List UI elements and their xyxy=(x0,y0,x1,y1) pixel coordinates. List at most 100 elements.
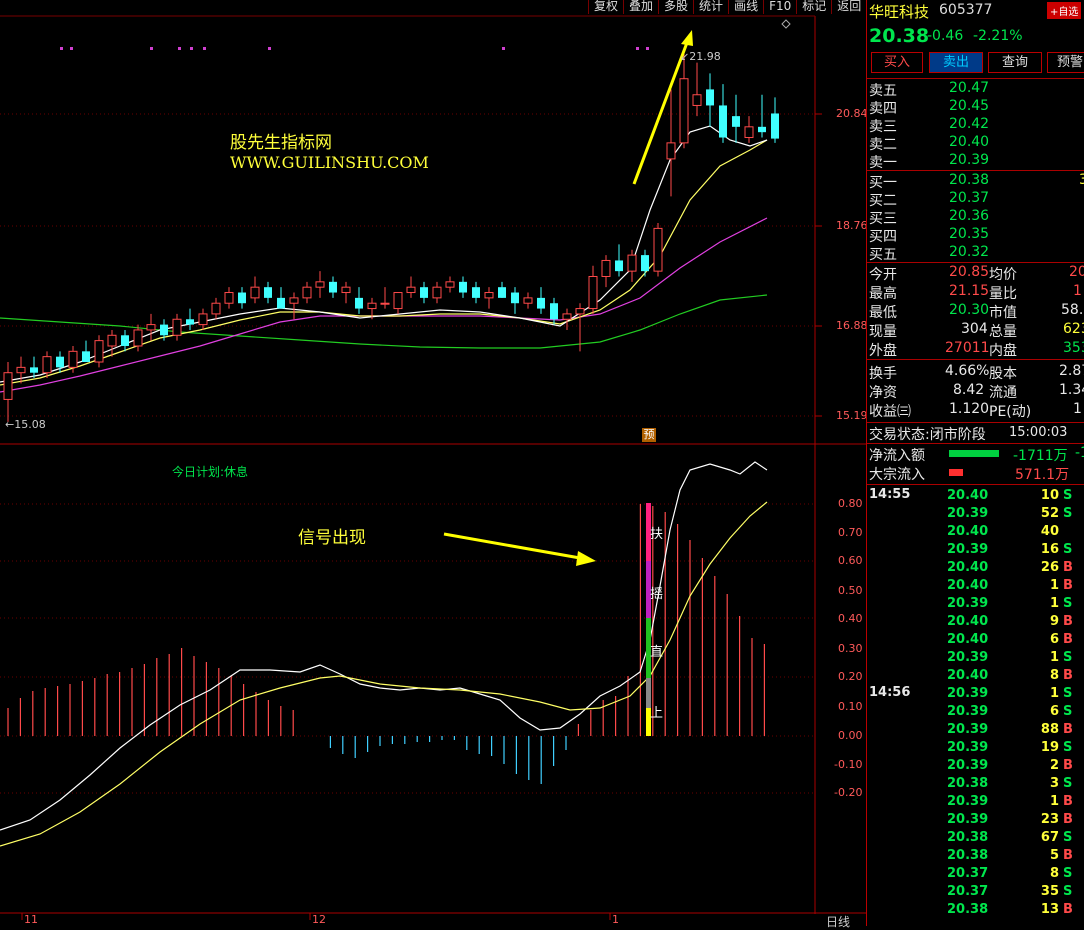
tick-volume: 9 xyxy=(1049,614,1059,629)
add-favorite-button[interactable]: +自选 xyxy=(1047,2,1082,19)
candle-body xyxy=(472,287,480,298)
query-button[interactable]: 查询 xyxy=(988,52,1042,73)
high-price-label: ↙21.98 xyxy=(680,50,721,63)
tick-volume: 1 xyxy=(1049,794,1059,809)
tick-volume: 8 xyxy=(1049,668,1059,683)
tick-price: 20.40 xyxy=(947,614,989,629)
toolbar-multi-button[interactable]: 多股 xyxy=(658,0,694,14)
tick-row: 20.38 5 B xyxy=(867,848,1084,866)
candle-body xyxy=(550,303,558,320)
candle-body xyxy=(679,78,689,144)
price-change-pct: -2.21% xyxy=(973,28,1023,44)
candle-body xyxy=(172,318,182,336)
toolbar-stats-button[interactable]: 统计 xyxy=(693,0,729,14)
toolbar-f10-button[interactable]: F10 xyxy=(763,0,797,14)
candle-body xyxy=(744,126,754,139)
candle-body xyxy=(42,356,52,374)
tick-volume: 1 xyxy=(1049,686,1059,701)
period-tab[interactable]: 日线 xyxy=(826,913,850,930)
tick-side: S xyxy=(1063,776,1073,791)
candle-body xyxy=(588,275,598,310)
candle-body xyxy=(641,255,649,272)
tick-volume: 67 xyxy=(1040,830,1059,845)
price-axis-label: 16.88 xyxy=(836,319,868,332)
candle-body xyxy=(341,286,351,294)
tick-side: S xyxy=(1063,488,1073,503)
candle-body xyxy=(302,286,312,299)
tick-volume: 8 xyxy=(1049,866,1059,881)
tick-list-1455: 14:55 20.40 10 S 20.39 52 S 20.40 40 20.39 16 S 20.… xyxy=(867,486,1084,686)
tick-side: B xyxy=(1063,560,1073,575)
candle-body xyxy=(484,292,494,299)
date-label: 1 xyxy=(612,913,619,926)
stock-header: 华旺科技 605377 +自选 xyxy=(869,0,1084,21)
tick-row: 20.39 23 B xyxy=(867,812,1084,830)
candle-body xyxy=(82,351,90,363)
tick-volume: 35 xyxy=(1040,884,1059,899)
tick-side: B xyxy=(1063,902,1073,917)
tick-side: S xyxy=(1063,884,1073,899)
candle-body xyxy=(250,286,260,299)
candle-body xyxy=(146,324,156,331)
chart-area[interactable] xyxy=(0,0,866,926)
tick-volume: 10 xyxy=(1040,488,1059,503)
tick-price: 20.39 xyxy=(947,758,989,773)
tick-price: 20.40 xyxy=(947,488,989,503)
candle-body xyxy=(562,313,572,320)
buy-button[interactable]: 买入 xyxy=(871,52,923,73)
tick-side: B xyxy=(1063,668,1073,683)
toolbar-fq-button[interactable]: 复权 xyxy=(588,0,624,14)
chart-toolbar: 复权 叠加 多股 统计 画线 F10 标记 返回 xyxy=(588,0,867,14)
candle-body xyxy=(537,297,545,309)
sub-axis-label: 0.60 xyxy=(838,554,863,567)
tick-row: 20.38 3 S xyxy=(867,776,1084,794)
tick-volume: 26 xyxy=(1040,560,1059,575)
tick-row: 20.40 6 B xyxy=(867,632,1084,650)
toolbar-overlay-button[interactable]: 叠加 xyxy=(623,0,659,14)
tick-row: 20.39 88 B xyxy=(867,722,1084,740)
signal-char: 摇 xyxy=(650,587,664,602)
block-bar xyxy=(949,469,963,476)
alert-button[interactable]: 预警 xyxy=(1047,52,1084,73)
candle-body xyxy=(575,308,585,315)
tick-volume: 6 xyxy=(1049,704,1059,719)
toolbar-draw-button[interactable]: 画线 xyxy=(728,0,764,14)
candle-body xyxy=(445,281,455,288)
tick-list-1456: 14:56 20.39 1 S 20.39 6 S 20.39 88 B 20.39 19 S 20.3… xyxy=(867,684,1084,924)
candle-body xyxy=(498,287,506,298)
tick-price: 20.40 xyxy=(947,668,989,683)
candle-body xyxy=(315,281,325,288)
toolbar-mark-button[interactable]: 标记 xyxy=(796,0,832,14)
tick-row: 20.39 16 S xyxy=(867,542,1084,560)
tick-price: 20.39 xyxy=(947,542,989,557)
tick-side: S xyxy=(1063,686,1073,701)
sell-orderbook: 卖五 20.47 卖四 20.45 卖三 20.42 卖二 20.40 卖一 20.39 xyxy=(869,80,990,171)
buy-orderbook: 买一 20.38 3 买二 20.37 买三 20.36 买四 20.35 买五 20.32 xyxy=(869,172,1084,263)
candle-body xyxy=(277,297,285,309)
tick-price: 20.40 xyxy=(947,524,989,539)
tick-price: 20.37 xyxy=(947,884,989,899)
candle-body xyxy=(186,319,194,325)
tick-price: 20.39 xyxy=(947,722,989,737)
tick-row: 20.40 26 B xyxy=(867,560,1084,578)
candle-body xyxy=(224,292,234,304)
tick-side: S xyxy=(1063,650,1073,665)
tick-price: 20.39 xyxy=(947,740,989,755)
tick-price: 20.39 xyxy=(947,704,989,719)
tick-volume: 1 xyxy=(1049,578,1059,593)
net-inflow-row: 净流入额 -1711万 -1 xyxy=(869,445,1084,464)
sub-axis-label: -0.10 xyxy=(834,758,863,771)
candle-body xyxy=(264,287,272,298)
toolbar-back-button[interactable]: 返回 xyxy=(831,0,867,14)
price-axis-label: 20.84 xyxy=(836,107,868,120)
watermark-url: WWW.GUILINSHU.COM xyxy=(230,153,429,172)
block-inflow-row: 大宗流入 571.1万 xyxy=(869,467,1070,483)
tick-row: 20.39 2 B xyxy=(867,758,1084,776)
sell-button[interactable]: 卖出 xyxy=(929,52,983,73)
tick-row: 20.38 13 B xyxy=(867,902,1084,920)
price-change: -0.46 xyxy=(927,28,964,44)
tick-side: B xyxy=(1063,632,1073,647)
tick-price: 20.39 xyxy=(947,506,989,521)
tick-row: 20.39 52 S xyxy=(867,506,1084,524)
candle-body xyxy=(107,334,117,347)
